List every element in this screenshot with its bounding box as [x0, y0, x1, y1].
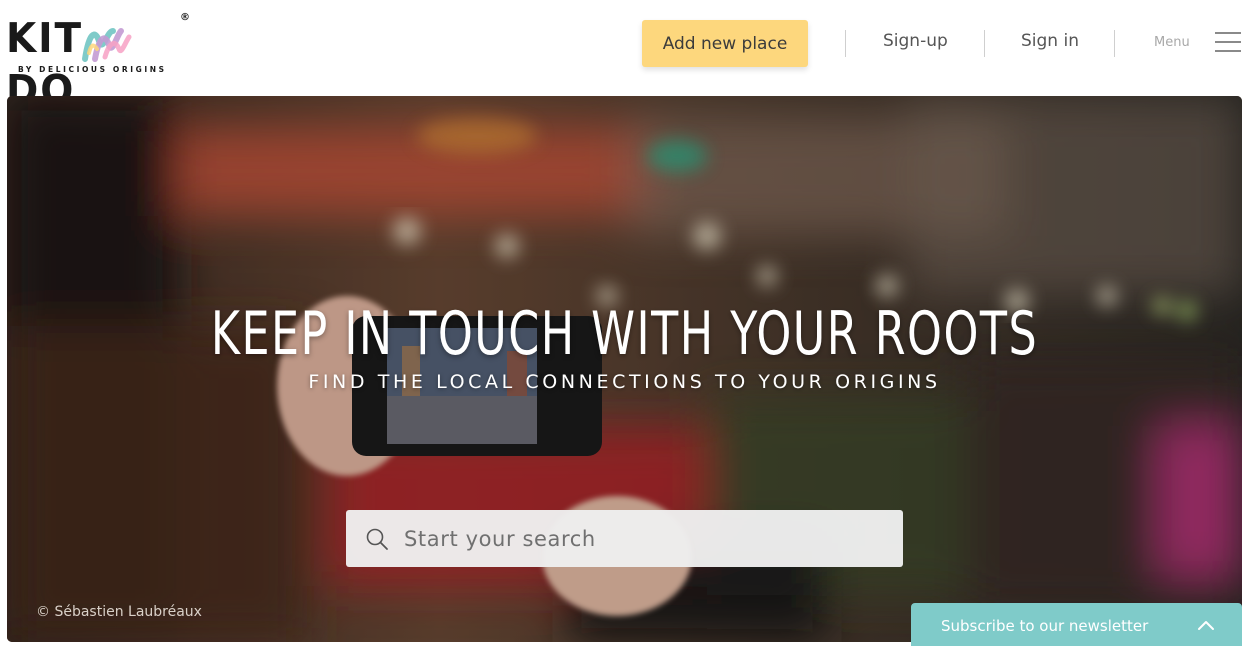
- nav-divider: [984, 30, 985, 57]
- menu-label[interactable]: Menu: [1154, 35, 1190, 50]
- chevron-up-icon[interactable]: [1197, 619, 1215, 631]
- search-input[interactable]: [404, 510, 884, 567]
- logo-text-left: KIT: [6, 14, 83, 62]
- logo-colorful-n-mark: [82, 28, 132, 62]
- signin-link[interactable]: Sign in: [1021, 31, 1079, 51]
- hero-subtitle: FIND THE LOCAL CONNECTIONS TO YOUR ORIGI…: [308, 371, 941, 393]
- nav-divider: [1114, 30, 1115, 57]
- nav-divider: [845, 30, 846, 57]
- photo-credit: © Sébastien Laubréaux: [36, 604, 202, 620]
- hamburger-icon[interactable]: [1215, 31, 1241, 53]
- logo-tagline: BY DELICIOUS ORIGINS: [18, 65, 167, 74]
- kitndo-logo[interactable]: KITDO ® BY DELICIOUS ORIGINS: [6, 12, 196, 114]
- hero-banner: KEEP IN TOUCH WITH YOUR ROOTS FIND THE L…: [7, 96, 1242, 642]
- registered-mark: ®: [180, 12, 190, 23]
- newsletter-subscribe-tab[interactable]: Subscribe to our newsletter: [911, 603, 1242, 646]
- site-header: KITDO ® BY DELICIOUS ORIGINS Add new pla…: [0, 0, 1249, 114]
- add-new-place-button[interactable]: Add new place: [642, 20, 808, 67]
- newsletter-label: Subscribe to our newsletter: [941, 617, 1149, 635]
- search-icon[interactable]: [365, 527, 389, 551]
- search-bar[interactable]: [346, 510, 903, 567]
- hero-title: KEEP IN TOUCH WITH YOUR ROOTS: [210, 299, 1039, 369]
- signup-link[interactable]: Sign-up: [883, 31, 948, 51]
